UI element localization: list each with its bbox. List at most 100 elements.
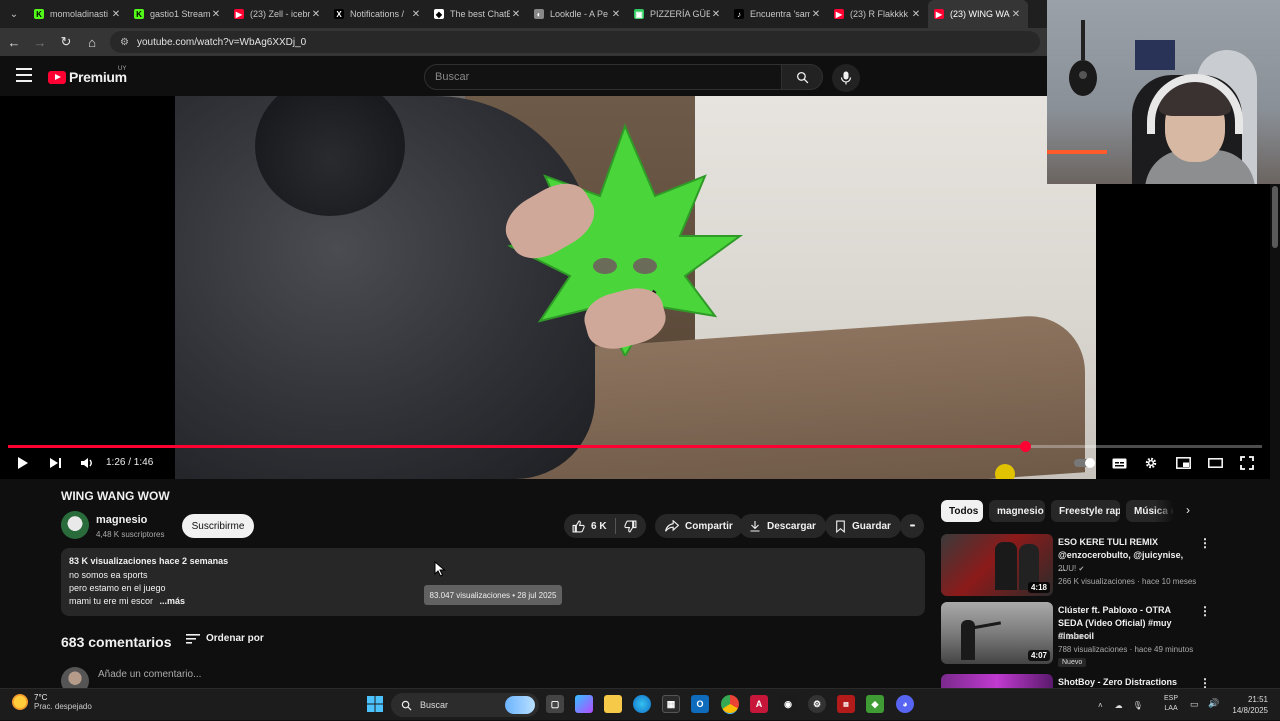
more-vert-icon[interactable]: ⋮	[1199, 536, 1211, 550]
sort-comments-button[interactable]: Ordenar por	[186, 633, 264, 644]
system-clock[interactable]: 21:51 14/8/2025	[1224, 694, 1268, 716]
autoplay-toggle[interactable]	[1072, 453, 1098, 473]
microphone-tray-icon[interactable]: 🎙	[1133, 701, 1143, 710]
settings-app-icon[interactable]: ⚙	[808, 695, 826, 713]
browser-tab[interactable]: X Notifications / ✕	[328, 0, 428, 28]
browser-tab[interactable]: ▣ PIZZERÍA GÜEF✕	[628, 0, 728, 28]
progress-bar[interactable]	[8, 441, 1262, 452]
copilot-icon[interactable]	[575, 695, 593, 713]
browser-tab[interactable]: ▶ (23) R Flakkkk ✕	[828, 0, 928, 28]
theater-mode-button[interactable]	[1204, 453, 1226, 473]
close-tab-icon[interactable]: ✕	[810, 9, 822, 20]
network-status-icon[interactable]: ☁	[1115, 701, 1123, 710]
close-tab-icon[interactable]: ✕	[1010, 9, 1022, 20]
volume-button[interactable]	[76, 453, 98, 473]
more-vert-icon[interactable]: ⋮	[1199, 676, 1211, 688]
settings-button[interactable]	[1140, 453, 1162, 473]
download-button[interactable]: Descargar	[739, 514, 826, 538]
recommendation-item[interactable]: 4:18 ESO KERE TULI REMIX @enzocerobulto,…	[941, 534, 1266, 602]
search-input[interactable]: Buscar	[424, 64, 782, 90]
description-box[interactable]: 83 K visualizaciones hace 2 semanas no s…	[61, 548, 925, 616]
youtube-premium-logo[interactable]: Premium UY	[48, 66, 127, 85]
play-button[interactable]	[12, 453, 34, 473]
channel-name[interactable]: magnesio	[96, 514, 147, 526]
minecraft-icon[interactable]: ◆	[866, 695, 884, 713]
close-tab-icon[interactable]: ✕	[210, 9, 222, 20]
hamburger-menu-icon[interactable]	[16, 68, 32, 82]
recommendation-item[interactable]: ShotBoy - Zero Distractions ⋮	[941, 674, 1266, 688]
chip-todos[interactable]: Todos	[941, 500, 983, 522]
taskbar-search[interactable]: Buscar	[391, 693, 539, 717]
file-explorer-icon[interactable]	[604, 695, 622, 713]
browser-tab[interactable]: Kmomoladinasti ✕	[28, 0, 128, 28]
recommendation-item[interactable]: 4:07 Clúster ft. Pabloxo - OTRA SEDA (Vi…	[941, 602, 1266, 670]
close-tab-icon[interactable]: ✕	[310, 9, 322, 20]
app-icon-red[interactable]: ▤	[837, 695, 855, 713]
subscribe-button[interactable]: Suscribirme	[182, 514, 254, 538]
speaker-icon[interactable]: 🔊	[1208, 698, 1219, 709]
outlook-icon[interactable]: O	[691, 695, 709, 713]
back-button[interactable]: ←	[2, 30, 26, 54]
browser-tab[interactable]: ◐ Lookdle - A Pe ✕	[528, 0, 628, 28]
browser-tab[interactable]: ▶ (23) Zell - icebr ✕	[228, 0, 328, 28]
browser-tab[interactable]: ♪ Encuentra 'sam ✕	[728, 0, 828, 28]
scrubber-handle[interactable]	[1019, 441, 1031, 452]
comment-input[interactable]: Añade un comentario...	[98, 669, 201, 680]
save-button[interactable]: Guardar	[825, 514, 901, 538]
close-tab-icon[interactable]: ✕	[610, 9, 622, 20]
video-frame[interactable]	[175, 96, 1096, 479]
channel-label: Clúster	[1058, 632, 1084, 641]
page-scrollbar[interactable]	[1270, 184, 1280, 688]
more-actions-button[interactable]: •••	[900, 514, 924, 538]
fullscreen-button[interactable]	[1236, 453, 1258, 473]
chip-freestyle-rap[interactable]: Freestyle rap	[1051, 500, 1120, 522]
browser-tab[interactable]: Kgastio1 Stream ✕	[128, 0, 228, 28]
video-thumbnail[interactable]: 4:18	[941, 534, 1053, 596]
channel-name[interactable]: 2UU! ✔	[1058, 564, 1084, 573]
scrollbar-thumb[interactable]	[1272, 186, 1278, 248]
video-title[interactable]: ShotBoy - Zero Distractions	[1058, 676, 1193, 688]
address-bar[interactable]: ⚙ youtube.com/watch?v=WbAg6XXDj_0	[110, 31, 1040, 53]
channel-avatar[interactable]	[61, 511, 89, 539]
tab-search-button[interactable]: ⌄	[0, 0, 28, 28]
dislike-button[interactable]	[616, 514, 645, 538]
close-tab-icon[interactable]: ✕	[510, 9, 522, 20]
language-indicator[interactable]: ESP LAA	[1164, 694, 1178, 714]
discord-icon[interactable]: ◕	[896, 695, 914, 713]
forward-button[interactable]: →	[28, 30, 52, 54]
like-button[interactable]: 6 K	[564, 514, 615, 538]
task-view-icon[interactable]: ▢	[546, 695, 564, 713]
close-tab-icon[interactable]: ✕	[110, 9, 122, 20]
chevron-up-icon[interactable]: ˄	[1098, 701, 1103, 710]
edge-icon[interactable]	[633, 695, 651, 713]
weather-widget[interactable]: 7°C Prac. despejado	[12, 693, 92, 711]
search-button[interactable]	[781, 64, 823, 90]
site-info-icon[interactable]: ⚙	[120, 37, 129, 48]
app-icon[interactable]: A	[750, 695, 768, 713]
more-vert-icon[interactable]: ⋮	[1199, 604, 1211, 618]
browser-tab[interactable]: ◆ The best ChatB ✕	[428, 0, 528, 28]
close-tab-icon[interactable]: ✕	[910, 9, 922, 20]
close-tab-icon[interactable]: ✕	[410, 9, 422, 20]
video-thumbnail[interactable]: 4:07	[941, 602, 1053, 664]
miniplayer-button[interactable]	[1172, 453, 1194, 473]
chrome-icon[interactable]	[721, 695, 739, 713]
reload-button[interactable]: ↻	[54, 30, 78, 54]
home-button[interactable]: ⌂	[80, 30, 104, 54]
chips-next-button[interactable]: ›	[1186, 503, 1190, 517]
voice-search-button[interactable]	[832, 64, 860, 92]
steam-icon[interactable]: ◉	[779, 695, 797, 713]
chip-musica[interactable]: Música e	[1126, 500, 1174, 522]
share-button[interactable]: Compartir	[655, 514, 743, 538]
subtitles-button[interactable]	[1108, 453, 1130, 473]
start-button[interactable]	[366, 695, 384, 713]
show-more-link[interactable]: ...más	[160, 596, 186, 606]
browser-tab[interactable]: ▶ (23) WING WAI ✕	[928, 0, 1028, 28]
channel-name[interactable]: Clúster ✔	[1058, 632, 1091, 641]
chip-magnesio[interactable]: magnesio	[989, 500, 1045, 522]
video-thumbnail[interactable]	[941, 674, 1053, 688]
next-button[interactable]	[44, 453, 66, 473]
close-tab-icon[interactable]: ✕	[710, 9, 722, 20]
store-icon[interactable]: ▦	[662, 695, 680, 713]
display-icon[interactable]: ▭	[1190, 699, 1199, 710]
